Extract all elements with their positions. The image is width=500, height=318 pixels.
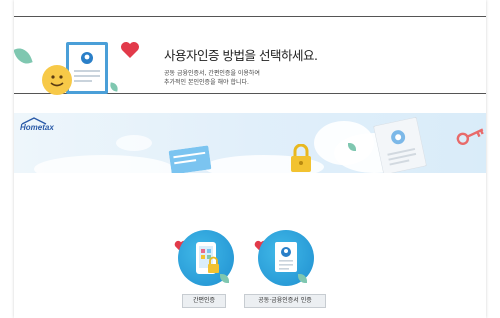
- smiley-face-icon: [42, 65, 72, 95]
- certificate-document-icon: [66, 42, 108, 94]
- certificate-auth-button[interactable]: 공동·금융인증서 인증: [244, 294, 326, 308]
- simple-auth-button[interactable]: 간편인증: [182, 294, 226, 308]
- id-card-icon: [168, 145, 212, 173]
- hometax-banner: Hometax: [14, 113, 486, 173]
- page-frame: 사용자인증 방법을 선택하세요. 공동 금융인증서, 간편인증을 이용하여 추가…: [14, 0, 486, 318]
- popup-title: 사용자인증 방법을 선택하세요.: [164, 48, 318, 63]
- popup-description: 공동 금융인증서, 간편인증을 이용하여 추가적인 본인인증을 해야 합니다.: [164, 69, 260, 87]
- auth-popup: 사용자인증 방법을 선택하세요. 공동 금융인증서, 간편인증을 이용하여 추가…: [14, 16, 486, 95]
- leaf-decoration-icon: [14, 45, 33, 67]
- heart-icon: [121, 42, 139, 58]
- popup-desc-line: 추가적인 본인인증을 해야 합니다.: [164, 79, 249, 86]
- leaf-decoration-icon: [109, 82, 119, 92]
- padlock-icon: [291, 144, 311, 172]
- popup-desc-line: 공동 금융인증서, 간편인증을 이용하여: [164, 70, 260, 77]
